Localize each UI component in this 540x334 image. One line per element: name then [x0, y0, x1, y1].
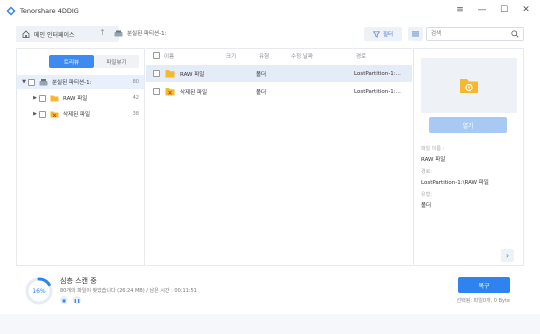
path-key: 경로: — [421, 169, 432, 175]
next-arrow-icon[interactable]: › — [501, 249, 514, 262]
folder-icon — [165, 70, 175, 78]
deleted-folder-icon — [165, 88, 175, 96]
folder-icon — [50, 95, 59, 102]
list-icon — [412, 31, 419, 37]
expand-icon[interactable]: ▶ — [31, 95, 39, 101]
deleted-folder-icon — [50, 111, 59, 118]
details-panel: 열기 파일 이름 : RAW 파일 경로: LostPartition-1:\R… — [413, 48, 524, 266]
scan-title: 심층 스캔 중 — [60, 277, 97, 285]
app-title: Tenorshare 4DDIG — [20, 7, 79, 15]
home-icon — [22, 30, 30, 38]
view-tabs: 트리뷰 파일뷰기 — [49, 55, 139, 68]
type-key: 유형: — [421, 192, 432, 198]
up-arrow-icon[interactable]: ↑ — [99, 28, 106, 37]
tab-tree-view[interactable]: 트리뷰 — [49, 55, 94, 68]
breadcrumb-label: 분실된 파티션-1: — [127, 31, 167, 37]
tree-item-label: 삭제된 파일 — [63, 112, 91, 118]
row-type: 폴더 — [256, 71, 267, 78]
checkbox[interactable] — [39, 110, 46, 118]
title-bar: Tenorshare 4DDIG ≡ — ☐ ✕ — [0, 0, 540, 22]
tree-item-label: RAW 파일 — [63, 96, 88, 102]
column-path[interactable]: 경로 — [356, 49, 366, 63]
column-type[interactable]: 유형 — [259, 49, 269, 63]
file-list-panel: 이름 크기 유형 수정 날짜 경로 RAW 파일 폴더 LostPartitio… — [146, 48, 412, 266]
maximize-icon[interactable]: ☐ — [498, 4, 510, 16]
list-view-button[interactable] — [408, 27, 423, 41]
file-name-value: RAW 파일 — [421, 157, 446, 163]
scan-detail: 80개의 파일이 찾았습니다 (26.24 MB) / 남은 시간 : 00:1… — [60, 288, 197, 294]
table-row[interactable]: 삭제된 파일 폴더 LostPartition-1:... — [146, 83, 412, 100]
selection-info: 선택됨: 파일0개, 0 Byte — [456, 298, 510, 304]
minimize-icon[interactable]: — — [476, 4, 488, 16]
path-value: LostPartition-1:\RAW 파일 — [421, 180, 489, 186]
folder-preview-icon — [460, 79, 478, 93]
row-name: 삭제된 파일 — [180, 89, 208, 96]
tree-item-raw-files[interactable]: ▶ RAW 파일 42 — [17, 91, 144, 105]
table-header: 이름 크기 유형 수정 날짜 경로 — [146, 49, 412, 63]
tree-item-count: 38 — [132, 111, 139, 117]
filter-label: 필터 — [382, 32, 394, 38]
tree-item-lost-partition[interactable]: ▼ 분실된 파티션-1: 80 — [17, 75, 144, 89]
expand-icon[interactable]: ▶ — [31, 111, 39, 117]
row-type: 폴더 — [256, 89, 267, 96]
row-path: LostPartition-1:... — [354, 88, 401, 95]
table-row[interactable]: RAW 파일 폴더 LostPartition-1:... — [146, 65, 412, 82]
pause-icon[interactable]: ❚❚ — [73, 296, 81, 304]
menu-icon[interactable]: ≡ — [454, 4, 466, 16]
search-box — [426, 27, 524, 41]
search-icon[interactable] — [511, 30, 519, 38]
window-controls: ≡ — ☐ ✕ — [454, 4, 532, 16]
tab-file-view[interactable]: 파일뷰기 — [94, 55, 139, 68]
recover-button[interactable]: 복구 — [458, 277, 510, 293]
filter-icon — [372, 30, 380, 38]
progress-percent: 16% — [32, 288, 46, 295]
checkbox[interactable] — [39, 94, 46, 102]
collapse-icon[interactable]: ▼ — [20, 79, 28, 85]
tree-item-count: 80 — [132, 79, 139, 85]
select-all-checkbox[interactable] — [153, 52, 160, 59]
row-name: RAW 파일 — [180, 71, 205, 78]
row-path: LostPartition-1:... — [354, 70, 401, 77]
column-name[interactable]: 이름 — [164, 49, 174, 63]
drive-icon — [114, 30, 123, 36]
drive-icon — [39, 79, 48, 86]
scan-controls: ■ ❚❚ — [60, 296, 81, 304]
toolbar: 메인 인터페이스 ↑ 분실된 파티션-1: 필터 — [0, 22, 540, 46]
progress-ring: 16% — [25, 277, 53, 305]
scan-status-bar: 16% 심층 스캔 중 80개의 파일이 찾았습니다 (26.24 MB) / … — [16, 268, 524, 312]
column-modified[interactable]: 수정 날짜 — [291, 49, 313, 63]
row-checkbox[interactable] — [153, 70, 160, 77]
column-size[interactable]: 크기 — [226, 49, 236, 63]
footer-strip — [0, 314, 540, 334]
home-label: 메인 인터페이스 — [34, 31, 75, 39]
tree-panel: 트리뷰 파일뷰기 ▼ 분실된 파티션-1: 80 ▶ RAW 파일 42 ▶ 삭… — [16, 48, 145, 266]
open-button[interactable]: 열기 — [429, 117, 507, 133]
row-checkbox[interactable] — [153, 88, 160, 95]
file-name-key: 파일 이름 : — [421, 146, 445, 152]
close-icon[interactable]: ✕ — [520, 4, 532, 16]
tree-item-count: 42 — [132, 95, 139, 101]
stop-icon[interactable]: ■ — [60, 296, 68, 304]
breadcrumb[interactable]: 분실된 파티션-1: — [114, 29, 166, 37]
app-logo-icon — [6, 6, 16, 16]
tree-item-deleted-files[interactable]: ▶ 삭제된 파일 38 — [17, 107, 144, 121]
search-input[interactable] — [427, 28, 507, 40]
filter-button[interactable]: 필터 — [364, 27, 402, 41]
type-value: 폴더 — [421, 203, 432, 209]
preview-area — [421, 58, 517, 113]
tree-item-label: 분실된 파티션-1: — [52, 80, 92, 86]
checkbox[interactable] — [28, 78, 35, 86]
